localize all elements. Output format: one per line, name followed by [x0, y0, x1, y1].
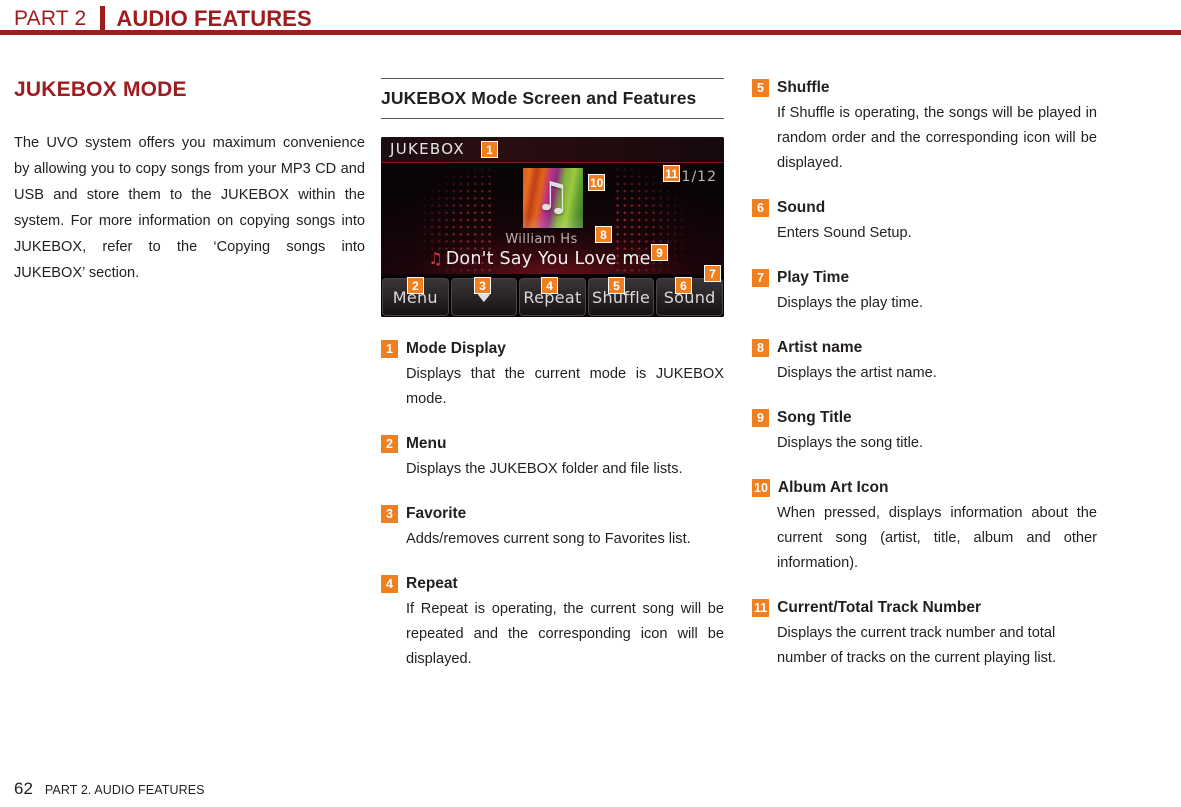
callout-item: 2 Menu Displays the JUKEBOX folder and f… — [381, 434, 724, 482]
callout-badge-7: 7 — [704, 265, 721, 282]
callout-body: Displays that the current mode is JUKEBO… — [406, 366, 724, 407]
callout-badge-5: 5 — [608, 277, 625, 294]
callout-header: 10 Album Art Icon — [752, 478, 1097, 498]
callout-number: 1 — [381, 340, 398, 358]
callout-title: Favorite — [406, 505, 467, 522]
callout-body: Displays the JUKEBOX folder and file lis… — [406, 461, 683, 477]
mode-display-label: JUKEBOX — [390, 140, 465, 158]
header-rule — [0, 30, 1181, 35]
album-art-gloss — [522, 214, 583, 228]
callout-item: 8 Artist name Displays the artist name. — [752, 338, 1097, 386]
track-counter-text: 1/12 — [681, 169, 717, 185]
callout-item: 1 Mode Display Displays that the current… — [381, 339, 724, 412]
callout-body: Displays the play time. — [777, 295, 923, 311]
callout-number: 11 — [752, 599, 770, 617]
callout-header: 8 Artist name — [752, 338, 1097, 358]
callout-title: Artist name — [777, 339, 863, 356]
intro-paragraph: The UVO system offers you maximum conven… — [14, 135, 365, 281]
callout-number: 5 — [752, 79, 769, 97]
page-title: AUDIO FEATURES — [116, 6, 312, 31]
album-art-icon[interactable]: ♫ — [522, 168, 583, 228]
song-title-text: Don't Say You Love me — [445, 249, 651, 269]
callout-badge-8: 8 — [595, 226, 612, 243]
callout-body: When pressed, displays information about… — [777, 505, 1097, 571]
footer-label: PART 2. AUDIO FEATURES — [44, 783, 205, 797]
callout-body: If Shuffle is operating, the songs will … — [777, 105, 1097, 171]
callout-title: Repeat — [406, 575, 458, 592]
callout-badge-4: 4 — [541, 277, 558, 294]
music-note-icon: ♫ — [534, 174, 571, 221]
callout-number: 10 — [752, 479, 770, 497]
callout-number: 2 — [381, 435, 398, 453]
callout-header: 6 Sound — [752, 198, 1097, 218]
song-title-row: ♫ Don't Say You Love me — [381, 249, 724, 269]
callout-number: 9 — [752, 409, 769, 427]
callout-number: 4 — [381, 575, 398, 593]
right-column: 5 Shuffle If Shuffle is operating, the s… — [752, 78, 1097, 671]
callout-item: 9 Song Title Displays the song title. — [752, 408, 1097, 456]
callout-badge-11: 11 — [663, 165, 680, 182]
callout-badge-1: 1 — [481, 141, 498, 158]
song-note-icon: ♫ — [428, 249, 443, 268]
callout-title: Menu — [406, 435, 447, 452]
callout-badge-10: 10 — [588, 174, 606, 191]
boxed-heading-text: JUKEBOX Mode Screen and Features — [381, 88, 697, 108]
callout-number: 7 — [752, 269, 769, 287]
page-footer: 62 PART 2. AUDIO FEATURES — [14, 779, 205, 799]
callout-number: 3 — [381, 505, 398, 523]
callout-header: 7 Play Time — [752, 268, 1097, 288]
callout-header: 1 Mode Display — [381, 339, 724, 359]
callout-header: 9 Song Title — [752, 408, 1097, 428]
callout-title: Sound — [777, 199, 826, 216]
callout-body: Enters Sound Setup. — [777, 225, 912, 241]
artist-name-text: William Hs — [505, 232, 578, 247]
jukebox-screen-figure: JUKEBOX 1 ♫ William Hs ♫ Don't Say You Lo… — [381, 137, 724, 317]
callout-body: Displays the current track number and to… — [777, 625, 1057, 666]
callout-item: 6 Sound Enters Sound Setup. — [752, 198, 1097, 246]
header-divider — [100, 5, 106, 33]
callout-header: 11 Current/Total Track Number — [752, 598, 1097, 618]
callout-body: Displays the song title. — [777, 435, 924, 451]
footer-page-number: 62 — [14, 779, 33, 798]
callout-title: Album Art Icon — [777, 479, 889, 496]
callout-item: 5 Shuffle If Shuffle is operating, the s… — [752, 78, 1097, 176]
callout-item: 4 Repeat If Repeat is operating, the cur… — [381, 574, 724, 672]
callout-number: 6 — [752, 199, 769, 217]
section-title: JUKEBOX MODE — [14, 78, 187, 101]
callout-badge-3: 3 — [474, 277, 491, 294]
callout-item: 7 Play Time Displays the play time. — [752, 268, 1097, 316]
callout-title: Mode Display — [406, 340, 506, 357]
callout-badge-9: 9 — [651, 244, 668, 261]
callout-item: 11 Current/Total Track Number Displays t… — [752, 598, 1097, 671]
left-column: JUKEBOX MODE The UVO system offers you m… — [14, 78, 365, 286]
callout-body: Adds/removes current song to Favorites l… — [406, 531, 691, 547]
boxed-heading: JUKEBOX Mode Screen and Features — [381, 78, 724, 119]
callout-header: 2 Menu — [381, 434, 724, 454]
callout-title: Current/Total Track Number — [777, 599, 982, 616]
callout-number: 8 — [752, 339, 769, 357]
callout-badge-6: 6 — [675, 277, 692, 294]
callout-body: Displays the artist name. — [777, 365, 937, 381]
callout-title: Song Title — [777, 409, 852, 426]
callout-item: 10 Album Art Icon When pressed, displays… — [752, 478, 1097, 576]
callout-title: Play Time — [777, 269, 850, 286]
callout-header: 4 Repeat — [381, 574, 724, 594]
callout-header: 3 Favorite — [381, 504, 724, 524]
callout-header: 5 Shuffle — [752, 78, 1097, 98]
callout-title: Shuffle — [777, 79, 830, 96]
callout-badge-2: 2 — [407, 277, 424, 294]
middle-column: JUKEBOX Mode Screen and Features JUKEBOX… — [381, 78, 724, 672]
callout-item: 3 Favorite Adds/removes current song to … — [381, 504, 724, 552]
header-part-label: PART 2 — [14, 7, 87, 30]
callout-body: If Repeat is operating, the current song… — [406, 601, 724, 667]
manual-page: PART 2 AUDIO FEATURES JUKEBOX MODE The U… — [0, 0, 1181, 807]
